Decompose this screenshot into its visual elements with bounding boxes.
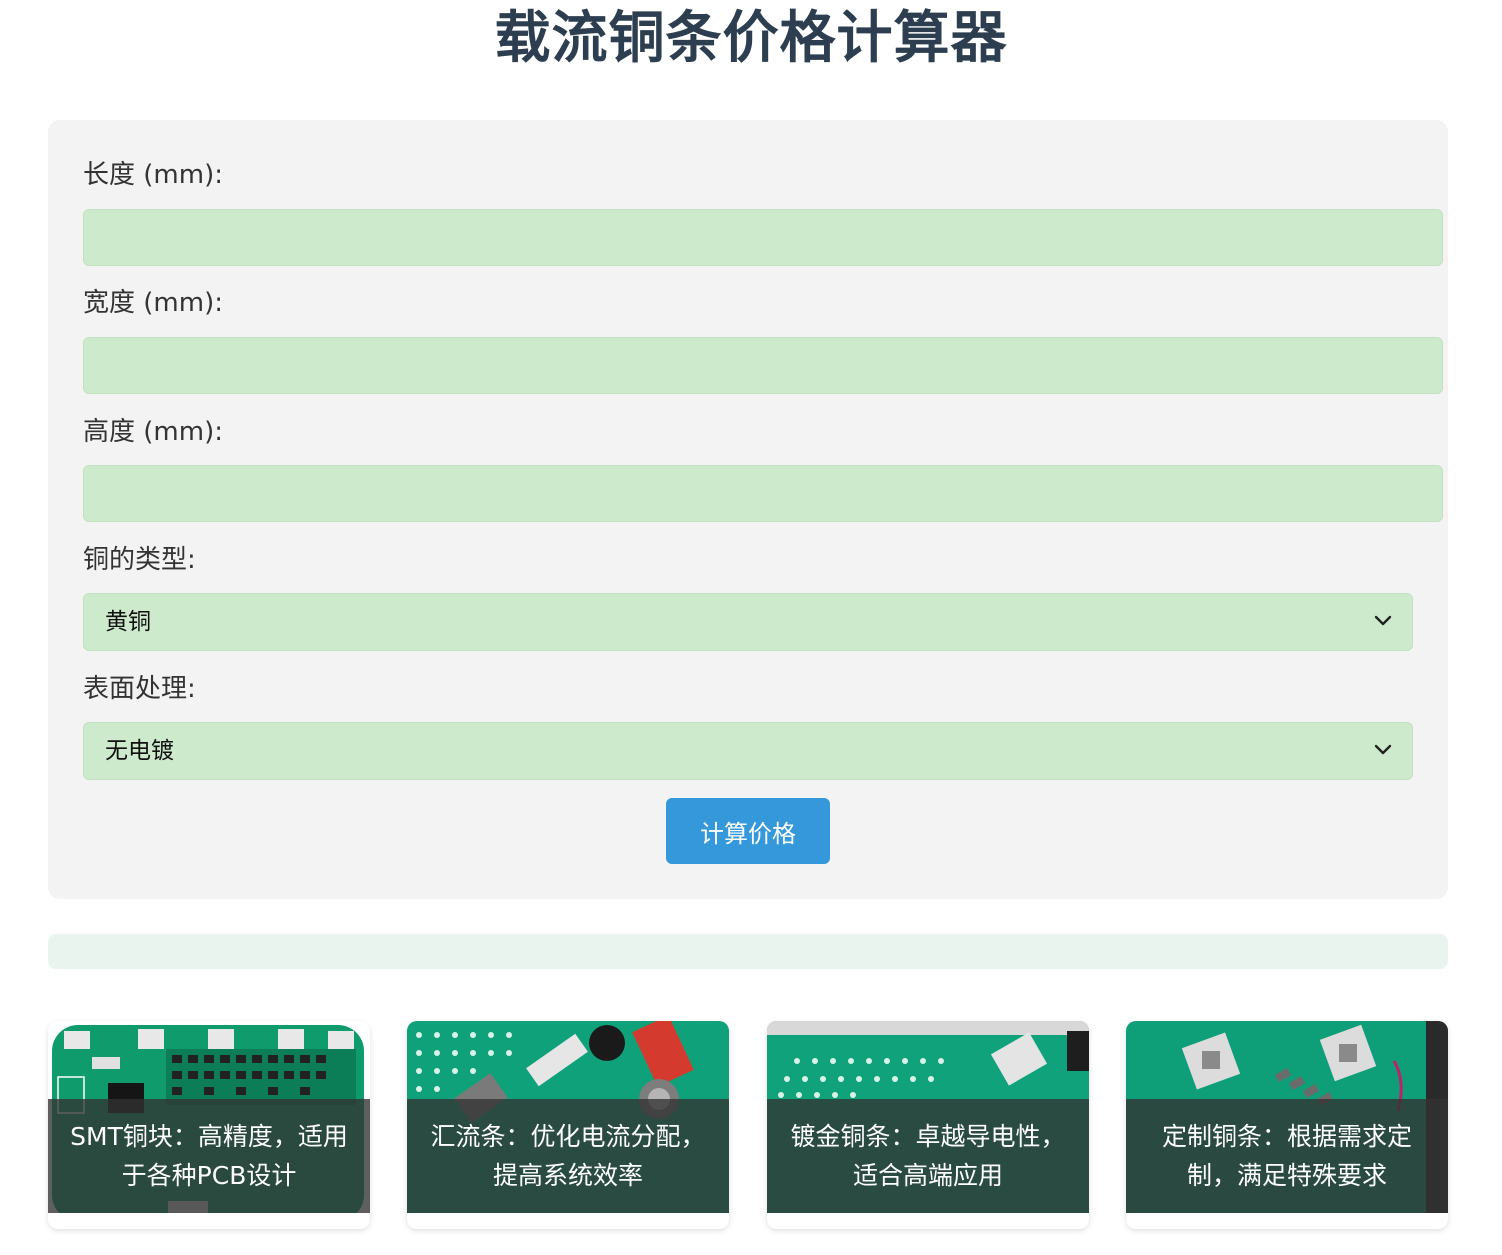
width-input[interactable]: [83, 337, 1443, 394]
height-input[interactable]: [83, 465, 1443, 522]
surface-label: 表面处理:: [83, 674, 196, 704]
product-gallery: SMT铜块：高精度，适用于各种PCB设计 汇流条：优化电流分配，提高系统效率 镀…: [48, 1021, 1448, 1231]
product-caption: 定制铜条：根据需求定制，满足特殊要求: [1126, 1099, 1448, 1213]
product-caption: SMT铜块：高精度，适用于各种PCB设计: [48, 1099, 370, 1213]
calculate-button[interactable]: 计算价格: [666, 798, 830, 864]
product-card-custom[interactable]: 定制铜条：根据需求定制，满足特殊要求: [1126, 1021, 1448, 1229]
copper-type-selected-value: 黄铜: [105, 609, 151, 635]
copper-type-label: 铜的类型:: [83, 545, 196, 575]
chevron-down-icon: [1374, 744, 1392, 755]
product-caption: 镀金铜条：卓越导电性，适合高端应用: [767, 1099, 1089, 1213]
result-box: [48, 934, 1448, 969]
product-card-gold[interactable]: 镀金铜条：卓越导电性，适合高端应用: [767, 1021, 1089, 1229]
product-card-smt[interactable]: SMT铜块：高精度，适用于各种PCB设计: [48, 1021, 370, 1229]
surface-select[interactable]: 无电镀: [83, 722, 1413, 780]
product-caption: 汇流条：优化电流分配，提高系统效率: [407, 1099, 729, 1213]
height-label: 高度 (mm):: [83, 417, 223, 447]
surface-selected-value: 无电镀: [105, 738, 174, 764]
calculator-form: 长度 (mm): 宽度 (mm): 高度 (mm): 铜的类型: 黄铜 表面处理…: [48, 120, 1448, 899]
width-label: 宽度 (mm):: [83, 288, 223, 318]
copper-type-select[interactable]: 黄铜: [83, 593, 1413, 651]
product-card-busbar[interactable]: 汇流条：优化电流分配，提高系统效率: [407, 1021, 729, 1229]
chevron-down-icon: [1374, 615, 1392, 626]
page-title: 载流铜条价格计算器: [494, 6, 1008, 71]
length-label: 长度 (mm):: [83, 160, 223, 190]
length-input[interactable]: [83, 209, 1443, 266]
page: 载流铜条价格计算器 长度 (mm): 宽度 (mm): 高度 (mm): 铜的类…: [0, 0, 1502, 1255]
